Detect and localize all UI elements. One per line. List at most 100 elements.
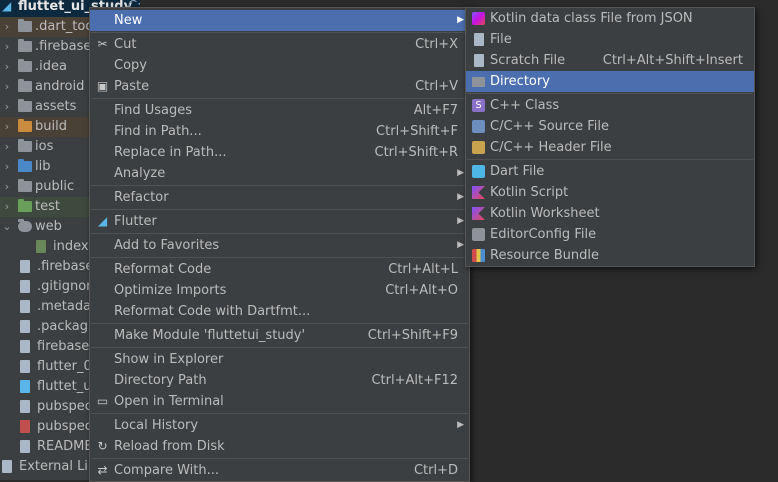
menu-item-label: Find Usages [114,103,193,118]
menu-item-c-c-source-file[interactable]: C/C++ Source File [466,116,754,137]
menu-separator [91,233,468,234]
menu-item-label: EditorConfig File [490,227,597,242]
menu-item-open-in-terminal[interactable]: ▭ Open in Terminal [90,391,469,412]
menu-item-label: Open in Terminal [114,394,224,409]
menu-item-kotlin-data-class-file-from-json[interactable]: Kotlin data class File from JSON [466,8,754,29]
menu-item-c-c-header-file[interactable]: C/C++ Header File [466,137,754,158]
menu-item-file[interactable]: File [466,29,754,50]
menu-item-scratch-file[interactable]: Scratch File Ctrl+Alt+Shift+Insert [466,50,754,71]
menu-item-shortcut: Ctrl+X [415,37,458,52]
c-header-icon [472,141,485,154]
chevron-right-icon[interactable]: › [2,77,12,97]
chevron-right-icon[interactable]: › [2,197,12,217]
menu-item-reformat-code[interactable]: Reformat Code Ctrl+Alt+L [90,259,469,280]
menu-item-label: Kotlin Script [490,185,569,200]
menu-item-find-in-path[interactable]: Find in Path... Ctrl+Shift+F [90,121,469,142]
menu-item-paste[interactable]: ▣ Paste Ctrl+V [90,76,469,97]
menu-item-replace-in-path[interactable]: Replace in Path... Ctrl+Shift+R [90,142,469,163]
menu-item-shortcut: Ctrl+D [413,463,458,478]
tree-row-label: lib [35,159,51,174]
tree-row-label: README [37,439,93,454]
menu-separator [91,257,468,258]
menu-item-kotlin-script[interactable]: Kotlin Script [466,182,754,203]
menu-item-label: Show in Explorer [114,352,224,367]
submenu-arrow-icon: ▶ [457,240,464,250]
chevron-right-icon[interactable]: › [2,97,12,117]
kotlin-script-icon [472,186,485,199]
menu-item-new[interactable]: New ▶ [90,10,469,31]
file-icon [20,400,30,413]
menu-item-cut[interactable]: ✂ Cut Ctrl+X [90,34,469,55]
menu-item-dart-file[interactable]: Dart File [466,161,754,182]
menu-item-label: Reformat Code with Dartfmt... [114,304,311,319]
menu-item-label: Kotlin data class File from JSON [490,11,693,26]
menu-item-flutter[interactable]: ◢ Flutter ▶ [90,211,469,232]
compare-icon: ⇄ [97,463,108,477]
tree-row-label: android [35,79,85,94]
submenu-arrow-icon: ▶ [457,192,464,202]
menu-item-refactor[interactable]: Refactor ▶ [90,187,469,208]
menu-item-label: Cut [114,37,137,52]
tree-row-label: .idea [35,59,67,74]
menu-item-local-history[interactable]: Local History ▶ [90,415,469,436]
menu-item-find-usages[interactable]: Find Usages Alt+F7 [90,100,469,121]
menu-item-directory-path[interactable]: Directory Path Ctrl+Alt+F12 [90,370,469,391]
menu-item-make-module-fluttetui-study[interactable]: Make Module 'fluttetui_study' Ctrl+Shift+… [90,325,469,346]
menu-separator [91,185,468,186]
menu-item-kotlin-worksheet[interactable]: Kotlin Worksheet [466,203,754,224]
chevron-right-icon[interactable]: › [2,157,12,177]
menu-separator [91,323,468,324]
library-icon [2,460,12,473]
clipboard-icon: ▣ [96,79,109,93]
menu-item-copy[interactable]: Copy [90,55,469,76]
kotlin-worksheet-icon [472,207,485,220]
chevron-down-icon[interactable]: ⌄ [2,217,12,237]
menu-separator [91,458,468,459]
menu-item-label: C++ Class [490,98,560,113]
chevron-right-icon[interactable]: › [2,57,12,77]
menu-item-shortcut: Ctrl+Alt+Shift+Insert [602,53,743,68]
file-icon [20,260,30,273]
tree-row-label: .gitignor [37,279,92,294]
menu-separator [91,413,468,414]
menu-item-label: C/C++ Header File [490,140,612,155]
menu-item-label: Reformat Code [114,262,212,277]
chevron-right-icon[interactable]: › [2,177,12,197]
tree-row-label: build [35,119,67,134]
menu-item-reformat-code-with-dartfmt[interactable]: Reformat Code with Dartfmt... [90,301,469,322]
submenu-arrow-icon: ▶ [457,168,464,178]
tree-row-label: External Lib [19,459,97,474]
submenu-arrow-icon: ▶ [457,15,464,25]
tree-row-label: web [35,219,62,234]
menu-item-reload-from-disk[interactable]: ↻ Reload from Disk [90,436,469,457]
chevron-right-icon[interactable]: › [2,17,12,37]
tree-row-label: firebase [37,339,90,354]
menu-item-analyze[interactable]: Analyze ▶ [90,163,469,184]
menu-item-shortcut: Ctrl+Alt+F12 [371,373,458,388]
menu-item-add-to-favorites[interactable]: Add to Favorites ▶ [90,235,469,256]
resource-bundle-icon [472,249,485,262]
folder-green-icon [18,199,32,212]
file-icon [20,300,30,313]
menu-item-c-class[interactable]: S C++ Class [466,95,754,116]
menu-item-directory[interactable]: Directory [466,71,754,92]
menu-item-label: Analyze [114,166,166,181]
menu-item-label: Reload from Disk [114,439,225,454]
menu-item-compare-with[interactable]: ⇄ Compare With... Ctrl+D [90,460,469,481]
tree-row-label: .metada [37,299,92,314]
menu-item-optimize-imports[interactable]: Optimize Imports Ctrl+Alt+O [90,280,469,301]
new-submenu: Kotlin data class File from JSON File Scra… [465,7,755,267]
menu-item-shortcut: Ctrl+Shift+R [374,145,459,160]
tree-row-label: test [35,199,60,214]
chevron-right-icon[interactable]: › [2,117,12,137]
menu-item-resource-bundle[interactable]: Resource Bundle [466,245,754,266]
folder-icon [18,179,32,192]
menu-separator [91,347,468,348]
menu-item-editorconfig-file[interactable]: EditorConfig File [466,224,754,245]
chevron-right-icon[interactable]: › [2,37,12,57]
tree-row-label: index [53,239,89,254]
menu-item-label: Copy [114,58,147,73]
chevron-right-icon[interactable]: › [2,137,12,157]
menu-item-label: Flutter [114,214,157,229]
menu-item-show-in-explorer[interactable]: Show in Explorer [90,349,469,370]
